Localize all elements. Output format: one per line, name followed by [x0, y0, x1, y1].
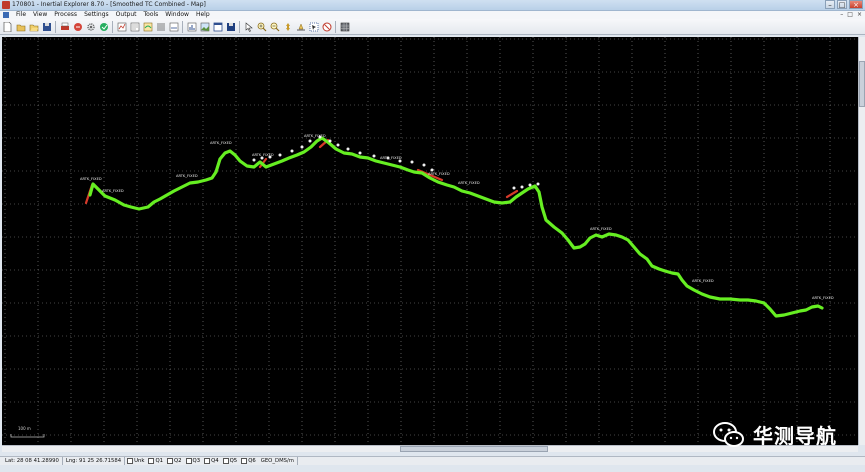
menu-help[interactable]: Help — [196, 11, 210, 19]
quality-filter-unk[interactable]: Unk — [125, 457, 146, 465]
station-label: ARTK_FIXED — [458, 181, 480, 185]
chart-icon[interactable] — [186, 21, 197, 32]
document-icon[interactable] — [3, 12, 9, 18]
station-label: ARTK_FIXED — [252, 153, 274, 157]
toolbar — [0, 19, 865, 35]
menu-file[interactable]: File — [16, 11, 26, 19]
zoom-in-icon[interactable] — [256, 21, 267, 32]
menu-settings[interactable]: Settings — [84, 11, 109, 19]
minimize-button[interactable]: – — [825, 0, 835, 9]
child-close-button[interactable]: × — [857, 11, 862, 19]
maximize-button[interactable]: □ — [837, 0, 847, 9]
station-label: ARTK_FIXED — [812, 296, 834, 300]
menu-tools[interactable]: Tools — [144, 11, 159, 19]
measure-icon[interactable] — [295, 21, 306, 32]
pointer-icon[interactable] — [243, 21, 254, 32]
quality-filter-q5[interactable]: Q5 — [221, 457, 240, 465]
station-label: ARTK_FIXED — [102, 189, 124, 193]
close-button[interactable]: × — [849, 0, 863, 9]
station-label: ARTK_FIXED — [428, 172, 450, 176]
process-icon[interactable] — [72, 21, 83, 32]
watermark: 华测导航 — [713, 420, 837, 449]
station-label: ARTK_FIXED — [210, 141, 232, 145]
latitude-readout: Lat: 28 08 41.28990 — [2, 457, 63, 465]
menu-view[interactable]: View — [33, 11, 47, 19]
vertical-scroll-thumb[interactable] — [859, 61, 865, 107]
child-restore-button[interactable]: □ — [847, 11, 853, 19]
coordinate-system: GEO_DMS/m — [258, 457, 298, 465]
horizontal-scroll-thumb[interactable] — [400, 446, 548, 452]
station-markers — [252, 135, 540, 190]
new-icon[interactable] — [2, 21, 13, 32]
map-view[interactable]: ARTK_FIXED ARTK_FIXED ARTK_FIXED ARTK_FI… — [2, 37, 858, 445]
plot-icon[interactable] — [168, 21, 179, 32]
zoom-out-icon[interactable] — [269, 21, 280, 32]
watermark-text: 华测导航 — [753, 424, 837, 448]
document-icon[interactable] — [129, 21, 140, 32]
quality-filter-q6[interactable]: Q6 — [239, 457, 258, 465]
plot-icon[interactable] — [116, 21, 127, 32]
menu-output[interactable]: Output — [116, 11, 137, 19]
station-label: ARTK_FIXED — [304, 134, 326, 138]
scale-bar: 100 m — [10, 426, 45, 438]
open-folder-icon[interactable] — [28, 21, 39, 32]
vertical-scrollbar[interactable] — [858, 37, 865, 445]
window-icon[interactable] — [212, 21, 223, 32]
child-minimize-button[interactable]: – — [840, 11, 843, 19]
map-icon[interactable] — [142, 21, 153, 32]
menu-window[interactable]: Window — [165, 11, 189, 19]
gear-icon[interactable] — [85, 21, 96, 32]
station-label: ARTK_FIXED — [590, 227, 612, 231]
print-icon[interactable] — [59, 21, 70, 32]
quality-filter-q1[interactable]: Q1 — [146, 457, 165, 465]
save-icon[interactable] — [225, 21, 236, 32]
quality-filter-q4[interactable]: Q4 — [202, 457, 221, 465]
station-label: ARTK_FIXED — [176, 174, 198, 178]
menu-bar: File View Process Settings Output Tools … — [0, 11, 865, 19]
app-icon — [2, 1, 10, 9]
grid-icon[interactable] — [339, 21, 350, 32]
list-icon[interactable] — [155, 21, 166, 32]
trajectory-track — [88, 136, 824, 318]
stop-icon[interactable] — [321, 21, 332, 32]
quality-filter-q2[interactable]: Q2 — [165, 457, 184, 465]
trajectory-float-segment — [84, 138, 519, 205]
image-icon[interactable] — [199, 21, 210, 32]
station-label: ARTK_FIXED — [380, 156, 402, 160]
select-icon[interactable] — [308, 21, 319, 32]
map-grid — [2, 37, 858, 445]
status-bar: Lat: 28 08 41.28990 Lng: 91 25 26.71584 … — [0, 456, 865, 465]
longitude-readout: Lng: 91 25 26.71584 — [63, 457, 126, 465]
station-label: ARTK_FIXED — [692, 279, 714, 283]
station-labels: ARTK_FIXED ARTK_FIXED ARTK_FIXED ARTK_FI… — [80, 134, 834, 300]
title-bar: 170801 - Inertial Explorer 8.70 - [Smoot… — [0, 0, 865, 11]
open-icon[interactable] — [15, 21, 26, 32]
process-icon[interactable] — [98, 21, 109, 32]
pan-icon[interactable] — [282, 21, 293, 32]
menu-process[interactable]: Process — [54, 11, 77, 19]
wechat-logo-icon — [713, 421, 744, 447]
map-canvas[interactable]: ARTK_FIXED ARTK_FIXED ARTK_FIXED ARTK_FI… — [2, 37, 858, 445]
scale-label: 100 m — [18, 426, 31, 431]
quality-filter-q3[interactable]: Q3 — [184, 457, 203, 465]
window-title: 170801 - Inertial Explorer 8.70 - [Smoot… — [12, 1, 206, 8]
station-label: ARTK_FIXED — [80, 177, 102, 181]
save-icon[interactable] — [41, 21, 52, 32]
